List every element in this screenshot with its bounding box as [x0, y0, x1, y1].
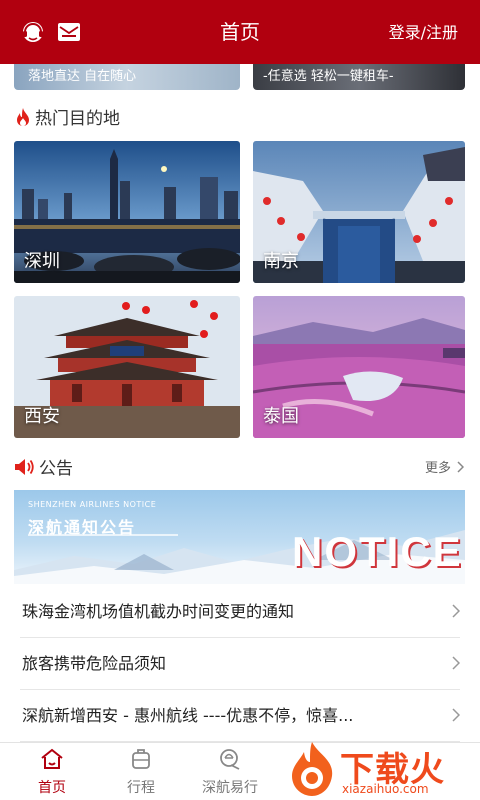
tab-label: 行程	[127, 780, 155, 796]
tab-label: 深航易行	[202, 780, 258, 796]
login-register-link[interactable]: 登录/注册	[389, 0, 458, 64]
watermark-url: xiazaihuo.com	[342, 782, 429, 796]
notice-banner[interactable]: SHENZHEN AIRLINES NOTICE 深航通知公告 NOTICE	[14, 490, 465, 584]
luggage-icon	[132, 749, 150, 769]
easy-travel-icon	[220, 749, 240, 770]
more-label: 更多	[424, 461, 451, 476]
watermark: 下载火 xiazaihuo.com	[280, 740, 480, 800]
destination-label: 南京	[263, 251, 299, 272]
destination-card-thailand[interactable]: 泰国	[253, 296, 465, 438]
watermark-flame-logo	[292, 742, 333, 796]
promo-banner-1[interactable]: 落地直达 自在随心	[14, 64, 240, 90]
home-icon	[41, 748, 63, 769]
more-link[interactable]: 更多	[425, 457, 464, 476]
notice-item-text: 旅客携带危险品须知	[22, 654, 167, 673]
notice-list: 珠海金湾机场值机截办时间变更的通知 旅客携带危险品须知 深航新增西安 - 惠州航…	[0, 586, 480, 742]
chevron-right-icon	[452, 708, 460, 722]
notice-heading: 公告	[14, 454, 73, 479]
top-header: 首页 登录/注册	[0, 0, 480, 64]
promo-banner-2[interactable]: -任意选 轻松一键租车-	[253, 64, 465, 90]
speaker-icon	[15, 458, 34, 475]
notice-item-text: 深航新增西安 - 惠州航线 ----优惠不停，惊喜...	[22, 706, 354, 725]
destination-card-xian[interactable]: 西安	[14, 296, 240, 438]
banner-notice-word: NOTICE	[292, 528, 463, 575]
chevron-right-icon	[457, 460, 464, 473]
hot-destinations-heading: 热门目的地	[14, 104, 120, 129]
banner-subtitle: SHENZHEN AIRLINES NOTICE	[28, 500, 157, 509]
chevron-right-icon	[452, 656, 460, 670]
destination-label: 泰国	[263, 406, 299, 427]
flame-icon	[17, 107, 29, 126]
notice-item-text: 珠海金湾机场值机截办时间变更的通知	[22, 602, 295, 621]
notice-title: 公告	[39, 459, 73, 479]
destination-card-nanjing[interactable]: 南京	[253, 141, 465, 283]
banner-title: 深航通知公告	[28, 518, 137, 537]
promo-text-1: 落地直达 自在随心	[28, 69, 137, 84]
destination-card-shenzhen[interactable]: 深圳	[14, 141, 240, 283]
list-item[interactable]: 深航新增西安 - 惠州航线 ----优惠不停，惊喜...	[20, 690, 460, 742]
list-item[interactable]: 旅客携带危险品须知	[20, 638, 460, 690]
destination-label: 深圳	[24, 251, 60, 272]
promo-text-2: -任意选 轻松一键租车-	[263, 69, 394, 84]
tab-label: 首页	[38, 780, 66, 796]
tab-home[interactable]: 首页	[12, 747, 92, 797]
tab-trip[interactable]: 行程	[101, 747, 181, 797]
hot-destinations-title: 热门目的地	[35, 109, 120, 129]
list-item[interactable]: 珠海金湾机场值机截办时间变更的通知	[20, 586, 460, 638]
app-screen: 首页 登录/注册 落地直达 自在随心 -任意选 轻松一键租车- 热门目的地 深圳…	[0, 0, 480, 800]
destination-label: 西安	[24, 406, 60, 427]
tab-easy-travel[interactable]: 深航易行	[190, 747, 270, 797]
chevron-right-icon	[452, 604, 460, 618]
